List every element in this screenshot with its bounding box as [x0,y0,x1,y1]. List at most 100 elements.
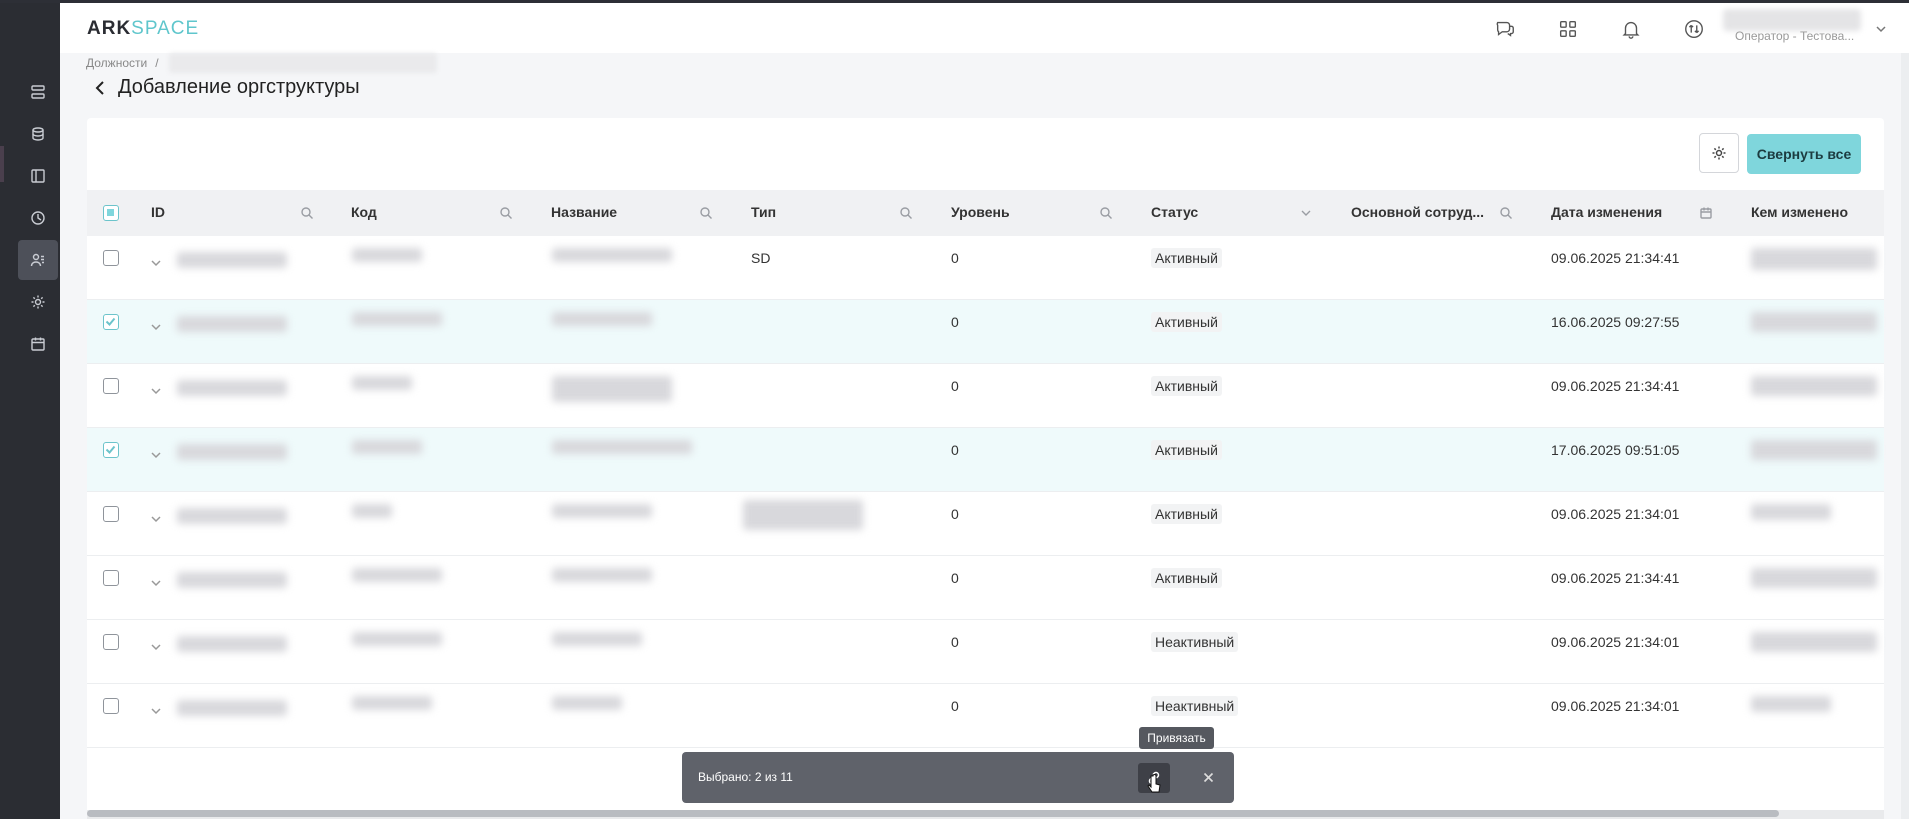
vertical-scrollbar[interactable] [1901,53,1909,819]
close-icon [1203,772,1213,782]
close-selection-button[interactable] [1199,768,1217,786]
expand-chevron[interactable] [150,640,162,652]
chevron-down-icon [151,388,161,395]
sidebar-item-history[interactable] [18,198,58,238]
id-redacted [177,700,287,716]
sidebar-item-list[interactable] [18,72,58,112]
search-icon[interactable] [1499,206,1513,220]
cell-level: 0 [951,314,959,330]
breadcrumb-parent[interactable]: Должности [86,56,147,70]
expand-chevron[interactable] [150,448,162,460]
calendar-icon[interactable] [1699,206,1713,220]
column-header-main-employee[interactable]: Основной сотруд... [1351,204,1484,220]
chevron-down-icon[interactable] [1875,23,1887,35]
sidebar-item-settings[interactable] [18,282,58,322]
chevron-down-icon [151,644,161,651]
row-checkbox[interactable] [103,506,119,522]
expand-chevron[interactable] [150,384,162,396]
id-redacted [177,508,287,524]
id-redacted [177,636,287,652]
column-header-name[interactable]: Название [551,204,617,220]
expand-chevron[interactable] [150,576,162,588]
table-row[interactable]: 0 Активный 09.06.2025 21:34:01 [87,492,1884,556]
code-redacted [352,440,422,454]
id-redacted [177,444,287,460]
cell-level: 0 [951,570,959,586]
name-redacted [552,696,622,710]
users-icon [30,253,44,267]
name-redacted [552,312,652,326]
table-row[interactable]: 0 Активный 16.06.2025 09:27:55 [87,300,1884,364]
status-badge: Активный [1151,440,1222,460]
row-checkbox[interactable] [103,634,119,650]
sidebar-item-database[interactable] [18,114,58,154]
chevron-down-icon[interactable] [1299,206,1313,220]
chevron-down-icon [151,516,161,523]
table-row[interactable]: 0 Активный 09.06.2025 21:34:41 [87,364,1884,428]
column-header-type[interactable]: Тип [751,204,776,220]
modified-by-redacted [1751,248,1877,270]
column-header-id[interactable]: ID [151,204,165,220]
status-badge: Активный [1151,312,1222,332]
column-header-level[interactable]: Уровень [951,204,1010,220]
collapse-all-button[interactable]: Свернуть все [1747,134,1861,174]
sync-icon [1685,20,1703,38]
search-icon[interactable] [499,206,513,220]
sidebar-item-users[interactable] [18,240,58,280]
status-badge: Активный [1151,248,1222,268]
gear-icon [1712,146,1726,160]
sidebar-item-layout[interactable] [18,156,58,196]
apps-button[interactable] [1556,17,1580,41]
chevron-down-icon [151,452,161,459]
column-header-modified-by[interactable]: Кем изменено [1751,204,1848,220]
id-redacted [177,380,287,396]
status-badge: Активный [1151,504,1222,524]
search-icon[interactable] [300,206,314,220]
row-checkbox[interactable] [103,698,119,714]
expand-chevron[interactable] [150,704,162,716]
modified-by-redacted [1751,504,1831,520]
column-header-modified-date[interactable]: Дата изменения [1551,204,1662,220]
user-name-redacted[interactable] [1723,9,1861,31]
table-card: Свернуть все ID Код Название Тип Уровень… [87,118,1884,819]
table-row[interactable]: 0 Неактивный 09.06.2025 21:34:01 [87,684,1884,748]
row-checkbox[interactable] [103,570,119,586]
sidebar-mark [0,146,4,182]
sidebar [0,3,60,819]
table-row[interactable]: 0 Активный 17.06.2025 09:51:05 [87,428,1884,492]
search-icon[interactable] [1099,206,1113,220]
row-checkbox-checked[interactable] [103,442,119,458]
code-redacted [352,568,442,582]
table-row[interactable]: SD 0 Активный 09.06.2025 21:34:41 [87,236,1884,300]
id-redacted [177,572,287,588]
notifications-button[interactable] [1619,17,1643,41]
name-redacted [552,248,672,262]
search-icon[interactable] [899,206,913,220]
expand-chevron[interactable] [150,512,162,524]
page-title-row: Добавление оргструктуры [90,76,360,99]
table-row[interactable]: 0 Активный 09.06.2025 21:34:41 [87,556,1884,620]
table-settings-button[interactable] [1699,133,1739,173]
modified-by-redacted [1751,696,1831,712]
expand-chevron[interactable] [150,320,162,332]
select-all-checkbox[interactable] [103,205,119,221]
horizontal-scrollbar-thumb[interactable] [87,810,1779,817]
chat-button[interactable] [1493,17,1517,41]
logo[interactable]: ARKSPACE [87,18,199,40]
row-checkbox[interactable] [103,250,119,266]
name-redacted [552,568,652,582]
row-checkbox[interactable] [103,378,119,394]
expand-chevron[interactable] [150,256,162,268]
sync-button[interactable] [1682,17,1706,41]
table-row[interactable]: 0 Неактивный 09.06.2025 21:34:01 [87,620,1884,684]
search-icon[interactable] [699,206,713,220]
column-header-code[interactable]: Код [351,204,377,220]
sidebar-item-calendar[interactable] [18,324,58,364]
bind-tooltip: Привязать [1139,727,1214,749]
column-header-status[interactable]: Статус [1151,204,1198,220]
row-checkbox-checked[interactable] [103,314,119,330]
cell-level: 0 [951,378,959,394]
user-role: Оператор - Тестова... [1735,29,1855,43]
status-badge: Неактивный [1151,632,1239,652]
back-arrow-icon[interactable] [90,77,112,99]
